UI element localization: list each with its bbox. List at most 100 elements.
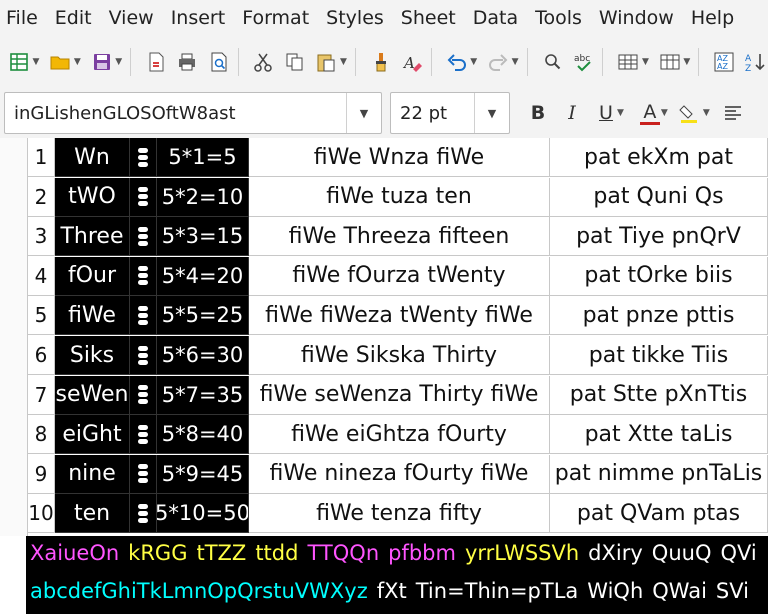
symbol-cell[interactable] <box>130 454 157 494</box>
row-number-cell[interactable]: 1 <box>28 138 55 177</box>
phrase-cell[interactable]: fiWe tuza ten <box>249 177 550 217</box>
translation-cell[interactable]: pat QVam ptas <box>550 494 768 534</box>
font-size-dropdown-icon[interactable]: ▼ <box>474 93 509 133</box>
table-row[interactable]: 1 Wn 5*1=5 fiWe Wnza fiWe pat ekXm pat <box>0 138 768 177</box>
row-number-cell[interactable]: 3 <box>28 217 55 257</box>
phrase-cell[interactable]: fiWe Threeza fifteen <box>249 217 550 257</box>
phrase-cell[interactable]: fiWe fOurza tWenty <box>249 256 550 296</box>
menu-help[interactable]: Help <box>685 0 745 36</box>
spellcheck-icon[interactable]: abc <box>571 49 596 75</box>
menu-edit[interactable]: Edit <box>49 0 103 36</box>
translation-cell[interactable]: pat ekXm pat <box>550 138 768 177</box>
font-name-combobox[interactable]: inGLishenGLOSOftW8ast ▼ <box>4 92 382 134</box>
clone-format-icon[interactable] <box>368 49 393 75</box>
number-word-cell[interactable]: tWO <box>55 177 130 217</box>
highlight-icon[interactable] <box>676 100 702 126</box>
equation-cell[interactable]: 5*7=35 <box>157 375 249 415</box>
row-number-cell[interactable]: 4 <box>28 256 55 296</box>
find-replace-icon[interactable] <box>540 49 565 75</box>
table-row[interactable]: 9 nine 5*9=45 fiWe nineza fOurty fiWe pat ni… <box>0 454 768 494</box>
phrase-cell[interactable]: fiWe eiGhtza fOurty <box>249 415 550 455</box>
symbol-cell[interactable] <box>130 217 157 257</box>
font-size-input[interactable]: 22 pt <box>391 103 474 124</box>
symbol-cell[interactable] <box>130 336 157 375</box>
menu-data[interactable]: Data <box>467 0 529 36</box>
spreadsheet-grid[interactable]: 1 Wn 5*1=5 fiWe Wnza fiWe pat ekXm pat 2 tWO 5*… <box>0 138 768 536</box>
table-row[interactable]: 10 ten 5*10=50 fiWe tenza fifty pat QVam pta… <box>0 494 768 534</box>
row-number-cell[interactable]: 2 <box>28 177 55 217</box>
table-row[interactable]: 2 tWO 5*2=10 fiWe tuza ten pat Quni Qs <box>0 177 768 217</box>
equation-cell[interactable]: 5*10=50 <box>157 494 249 534</box>
font-size-combobox[interactable]: 22 pt ▼ <box>390 92 510 134</box>
column-dropdown-icon[interactable]: ▼ <box>683 57 690 67</box>
symbol-cell[interactable] <box>130 494 157 534</box>
number-word-cell[interactable]: nine <box>55 454 130 494</box>
save-icon[interactable] <box>89 49 114 75</box>
number-word-cell[interactable]: fOur <box>55 256 130 296</box>
equation-cell[interactable]: 5*2=10 <box>157 177 249 217</box>
table-row[interactable]: 6 Siks 5*6=30 fiWe Sikska Thirty pat tikke T… <box>0 336 768 375</box>
phrase-cell[interactable]: fiWe Wnza fiWe <box>249 138 550 177</box>
open-folder-icon[interactable] <box>47 49 72 75</box>
table-row[interactable]: 4 fOur 5*4=20 fiWe fOurza tWenty pat tOrke b… <box>0 256 768 296</box>
phrase-cell[interactable]: fiWe Sikska Thirty <box>249 336 550 375</box>
sort-ascending-icon[interactable]: AZ <box>743 49 768 75</box>
row-number-cell[interactable]: 7 <box>28 375 55 415</box>
font-name-input[interactable]: inGLishenGLOSOftW8ast <box>5 103 346 124</box>
equation-cell[interactable]: 5*6=30 <box>157 336 249 375</box>
menu-sheet[interactable]: Sheet <box>395 0 467 36</box>
paste-dropdown-icon[interactable]: ▼ <box>340 57 347 67</box>
number-word-cell[interactable]: eiGht <box>55 415 130 455</box>
open-dropdown-icon[interactable]: ▼ <box>74 57 81 67</box>
font-name-dropdown-icon[interactable]: ▼ <box>346 93 381 133</box>
menu-insert[interactable]: Insert <box>165 0 237 36</box>
phrase-cell[interactable]: fiWe fiWeza tWenty fiWe <box>249 296 550 336</box>
symbol-cell[interactable] <box>130 375 157 415</box>
number-word-cell[interactable]: seWen <box>55 375 130 415</box>
phrase-cell[interactable]: fiWe seWenza Thirty fiWe <box>249 375 550 415</box>
table-row[interactable]: 7 seWen 5*7=35 fiWe seWenza Thirty fiWe pat … <box>0 375 768 415</box>
translation-cell[interactable]: pat Xtte taLis <box>550 415 768 455</box>
table-row[interactable]: 3 Three 5*3=15 fiWe Threeza fifteen pat Tiye… <box>0 217 768 257</box>
row-number-cell[interactable]: 6 <box>28 336 55 375</box>
bold-button[interactable]: B <box>528 102 548 124</box>
column-icon[interactable] <box>657 49 682 75</box>
row-number-cell[interactable]: 10 <box>28 494 55 534</box>
italic-button[interactable]: I <box>562 102 582 124</box>
save-dropdown-icon[interactable]: ▼ <box>115 57 122 67</box>
menu-tools[interactable]: Tools <box>529 0 593 36</box>
number-word-cell[interactable]: Three <box>55 217 130 257</box>
highlight-dropdown-icon[interactable]: ▼ <box>703 108 710 118</box>
row-dropdown-icon[interactable]: ▼ <box>642 57 649 67</box>
number-word-cell[interactable]: ten <box>55 494 130 534</box>
table-row[interactable]: 8 eiGht 5*8=40 fiWe eiGhtza fOurty pat Xtte … <box>0 415 768 455</box>
symbol-cell[interactable] <box>130 177 157 217</box>
menu-styles[interactable]: Styles <box>320 0 395 36</box>
translation-cell[interactable]: pat Stte pXnTtis <box>550 375 768 415</box>
equation-cell[interactable]: 5*9=45 <box>157 454 249 494</box>
equation-cell[interactable]: 5*5=25 <box>157 296 249 336</box>
print-icon[interactable] <box>175 49 200 75</box>
row-number-cell[interactable]: 8 <box>28 415 55 455</box>
menu-file[interactable]: File <box>0 0 49 36</box>
new-spreadsheet-icon[interactable] <box>6 49 31 75</box>
translation-cell[interactable]: pat pnze pttis <box>550 296 768 336</box>
number-word-cell[interactable]: fiWe <box>55 296 130 336</box>
row-icon[interactable] <box>615 49 640 75</box>
table-row[interactable]: 5 fiWe 5*5=25 fiWe fiWeza tWenty fiWe pat pn… <box>0 296 768 336</box>
row-number-cell[interactable]: 5 <box>28 296 55 336</box>
align-left-icon[interactable] <box>720 100 746 126</box>
font-color-dropdown-icon[interactable]: ▼ <box>661 108 668 118</box>
menu-window[interactable]: Window <box>593 0 685 36</box>
cut-icon[interactable] <box>251 49 276 75</box>
translation-cell[interactable]: pat nimme pnTaLis <box>550 454 768 494</box>
underline-button[interactable]: U <box>596 102 616 124</box>
equation-cell[interactable]: 5*1=5 <box>157 138 249 177</box>
symbol-cell[interactable] <box>130 138 157 177</box>
undo-dropdown-icon[interactable]: ▼ <box>470 57 477 67</box>
phrase-cell[interactable]: fiWe nineza fOurty fiWe <box>249 454 550 494</box>
translation-cell[interactable]: pat tikke Tiis <box>550 336 768 375</box>
phrase-cell[interactable]: fiWe tenza fifty <box>249 494 550 534</box>
new-dropdown-icon[interactable]: ▼ <box>32 57 39 67</box>
copy-icon[interactable] <box>282 49 307 75</box>
